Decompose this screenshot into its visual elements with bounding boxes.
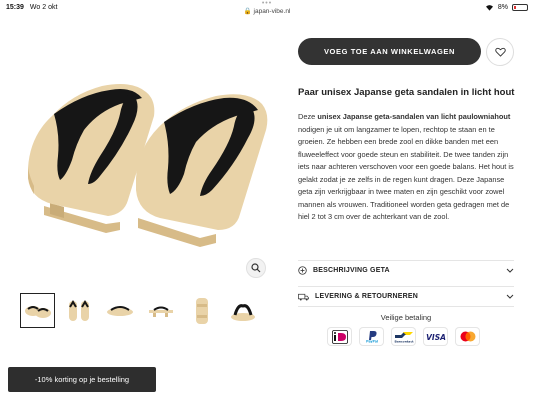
svg-text:PayPal: PayPal xyxy=(366,340,378,344)
battery-icon xyxy=(512,3,528,11)
thumbnail-6[interactable] xyxy=(225,293,260,328)
add-to-cart-button[interactable]: VOEG TOE AAN WINKELWAGEN xyxy=(298,38,481,65)
product-description: Deze unisex Japanse geta-sandalen van li… xyxy=(298,111,514,224)
product-title: Paar unisex Japanse geta sandalen in lic… xyxy=(298,87,515,98)
accordion-description[interactable]: BESCHRIJVING GETA xyxy=(298,260,514,280)
payment-methods: PayPal Bancontact VISA xyxy=(328,328,479,345)
wishlist-button[interactable] xyxy=(486,38,514,66)
description-text: nodigen je uit om langzamer te lopen, re… xyxy=(298,124,514,222)
secure-payment-title: Veilige betaling xyxy=(380,313,432,322)
divider xyxy=(298,306,514,307)
discount-banner[interactable]: -10% korting op je bestelling xyxy=(8,367,156,392)
sandal-bottom-image xyxy=(195,297,208,324)
zoom-button[interactable] xyxy=(246,258,266,278)
bancontact-logo: Bancontact xyxy=(392,328,415,345)
svg-text:Bancontact: Bancontact xyxy=(394,340,414,344)
magnifier-icon xyxy=(251,263,261,273)
ideal-logo xyxy=(328,328,351,345)
heart-icon xyxy=(494,47,506,57)
plus-circle-icon xyxy=(298,266,307,275)
sandal-angle-image xyxy=(106,305,133,316)
accordion-label: BESCHRIJVING GETA xyxy=(313,267,390,274)
truck-icon xyxy=(298,293,309,300)
paypal-logo: PayPal xyxy=(360,328,383,345)
thumbnail-5[interactable] xyxy=(184,293,219,328)
browser-dots[interactable]: ••• xyxy=(0,0,534,7)
description-prefix: Deze xyxy=(298,112,318,121)
thumbnail-4[interactable] xyxy=(143,293,178,328)
thumbnail-strip xyxy=(20,293,260,328)
thumbnail-3[interactable] xyxy=(102,293,137,328)
right-sandal xyxy=(136,94,268,247)
description-bold: unisex Japanse geta-sandalen van licht p… xyxy=(317,112,511,121)
accordion-delivery[interactable]: LEVERING & RETOURNEREN xyxy=(298,286,514,306)
mastercard-logo xyxy=(456,328,479,345)
url-text: japan-vibe.nl xyxy=(253,8,291,15)
sandal-side-image xyxy=(148,306,173,317)
accordion-label: LEVERING & RETOURNEREN xyxy=(315,293,419,300)
chevron-down-icon xyxy=(506,268,514,273)
sandal-front-image xyxy=(68,299,89,321)
chevron-down-icon xyxy=(506,294,514,299)
sandal-worn-image xyxy=(230,303,255,321)
status-bar: 15:39 Wo 2 okt ••• 🔒 japan-vibe.nl 8% xyxy=(0,0,534,15)
visa-logo: VISA xyxy=(424,328,447,345)
product-main-image[interactable] xyxy=(20,28,270,283)
thumbnail-1[interactable] xyxy=(20,293,55,328)
left-sandal xyxy=(28,84,155,233)
svg-text:VISA: VISA xyxy=(426,333,446,342)
sandal-pair-image xyxy=(24,305,51,318)
url-label[interactable]: 🔒 japan-vibe.nl xyxy=(0,7,534,15)
thumbnail-2[interactable] xyxy=(61,293,96,328)
